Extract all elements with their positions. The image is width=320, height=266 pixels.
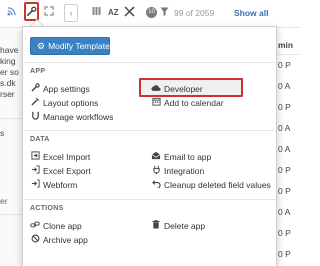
divider [277, 54, 300, 55]
record-count: 99 of 2059 [174, 8, 215, 18]
menu-item-integration[interactable]: Integration [151, 165, 204, 177]
email-icon [151, 151, 161, 164]
menu-item-manage-workflows[interactable]: Manage workflows [30, 111, 113, 123]
menu-item-label: Cleanup deleted field values [164, 180, 271, 190]
menu-item-label: Add to calendar [164, 98, 224, 108]
columns-icon[interactable] [92, 6, 101, 20]
table-cell: 0 P [278, 165, 291, 175]
import-icon [30, 151, 40, 164]
archive-icon [30, 234, 40, 247]
app-tools-menu: ⚙ Modify Template APP App settings Layout… [22, 26, 277, 266]
background-list-right: min 0 P 0 A 0 P 0 A 0 A 0 P 0 P 0 A 0 P … [277, 28, 300, 266]
divider [23, 130, 276, 131]
clone-icon [30, 220, 40, 233]
sort-az-button[interactable]: AZ [108, 6, 119, 20]
section-title-app: APP [30, 68, 46, 75]
menu-item-add-to-calendar[interactable]: Add to calendar [151, 97, 224, 109]
modify-template-button[interactable]: ⚙ Modify Template [30, 37, 110, 55]
export-icon [30, 165, 40, 178]
menu-item-label: Excel Import [43, 152, 91, 162]
trash-icon [151, 220, 161, 233]
table-cell: 0 P [278, 228, 291, 238]
background-text: rser [0, 89, 15, 99]
background-link[interactable]: er [0, 196, 8, 206]
filter-icon[interactable] [160, 6, 169, 20]
table-cell: 0 P [278, 186, 291, 196]
menu-item-label: Developer [164, 84, 203, 94]
background-text: er so [0, 67, 19, 77]
wrench-icon [30, 83, 40, 96]
layout-icon [30, 97, 40, 110]
menu-item-app-settings[interactable]: App settings [30, 83, 90, 95]
integration-icon [151, 165, 161, 178]
gear-icon: ⚙ [37, 41, 46, 51]
table-cell: 0 A [278, 144, 291, 154]
cloud-icon [151, 84, 161, 96]
menu-item-cleanup-deleted-field-values[interactable]: Cleanup deleted field values [151, 179, 271, 191]
tools-icon[interactable] [124, 6, 135, 20]
background-text: have [0, 45, 19, 55]
menu-item-clone-app[interactable]: Clone app [30, 220, 82, 232]
menu-item-label: Email to app [164, 152, 212, 162]
menu-item-label: Webform [43, 180, 78, 190]
table-cell: 0 A [278, 123, 291, 133]
rss-icon[interactable] [7, 6, 16, 20]
menu-item-label: Archive app [43, 235, 88, 245]
column-header[interactable]: min [278, 40, 293, 50]
divider [0, 214, 22, 215]
background-text: s [0, 128, 5, 138]
menu-item-webform[interactable]: Webform [30, 179, 77, 191]
background-text: s.dk [0, 78, 16, 88]
menu-item-excel-import[interactable]: Excel Import [30, 151, 90, 163]
workflow-icon [30, 111, 40, 124]
table-cell: 0 P [278, 249, 291, 259]
divider [23, 199, 276, 200]
table-cell: 0 A [278, 207, 291, 217]
background-text: king [0, 56, 16, 66]
webform-icon [30, 179, 40, 192]
table-cell: 0 P [278, 102, 291, 112]
show-all-link[interactable]: Show all [234, 6, 268, 20]
back-button[interactable]: ‹ [64, 4, 78, 22]
menu-item-label: Layout options [43, 98, 99, 108]
calendar-icon [151, 97, 161, 110]
divider [23, 62, 276, 63]
menu-item-label: Manage workflows [43, 112, 114, 122]
table-cell: 0 P [278, 60, 291, 70]
menu-item-label: Excel Export [43, 166, 91, 176]
menu-item-label: Delete app [164, 221, 206, 231]
toolbar: ‹ AZ 10 99 of 2059 Show all [0, 0, 300, 28]
menu-item-developer[interactable]: Developer [151, 83, 203, 95]
menu-item-excel-export[interactable]: Excel Export [30, 165, 91, 177]
notification-badge[interactable]: 10 [146, 7, 157, 18]
menu-item-layout-options[interactable]: Layout options [30, 97, 98, 109]
background-list-left: have king er so s.dk rser s er [0, 28, 22, 266]
modify-template-label: Modify Template [48, 41, 110, 51]
table-cell: 0 A [278, 81, 291, 91]
menu-item-archive-app[interactable]: Archive app [30, 234, 88, 246]
section-title-actions: ACTIONS [30, 205, 64, 212]
undo-icon [151, 179, 161, 192]
menu-item-label: Clone app [43, 221, 82, 231]
menu-item-label: Integration [164, 166, 205, 176]
section-title-data: DATA [30, 136, 50, 143]
menu-item-label: App settings [43, 84, 90, 94]
expand-icon[interactable] [44, 6, 54, 20]
menu-item-email-to-app[interactable]: Email to app [151, 151, 211, 163]
divider [0, 118, 22, 119]
menu-item-delete-app[interactable]: Delete app [151, 220, 205, 232]
